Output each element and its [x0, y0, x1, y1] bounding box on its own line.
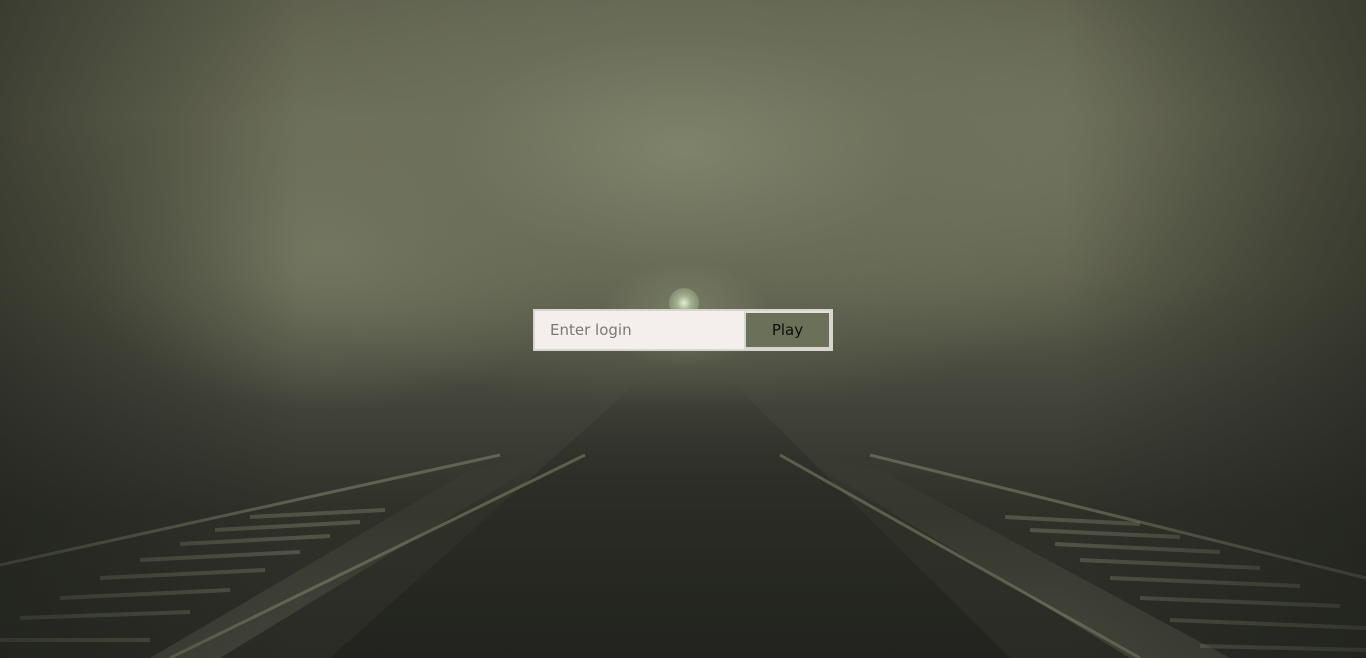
play-button[interactable]: Play — [744, 311, 831, 349]
foggy-railway-background: Play — [0, 0, 1366, 658]
login-input[interactable] — [535, 311, 744, 349]
login-form: Play — [533, 309, 833, 351]
